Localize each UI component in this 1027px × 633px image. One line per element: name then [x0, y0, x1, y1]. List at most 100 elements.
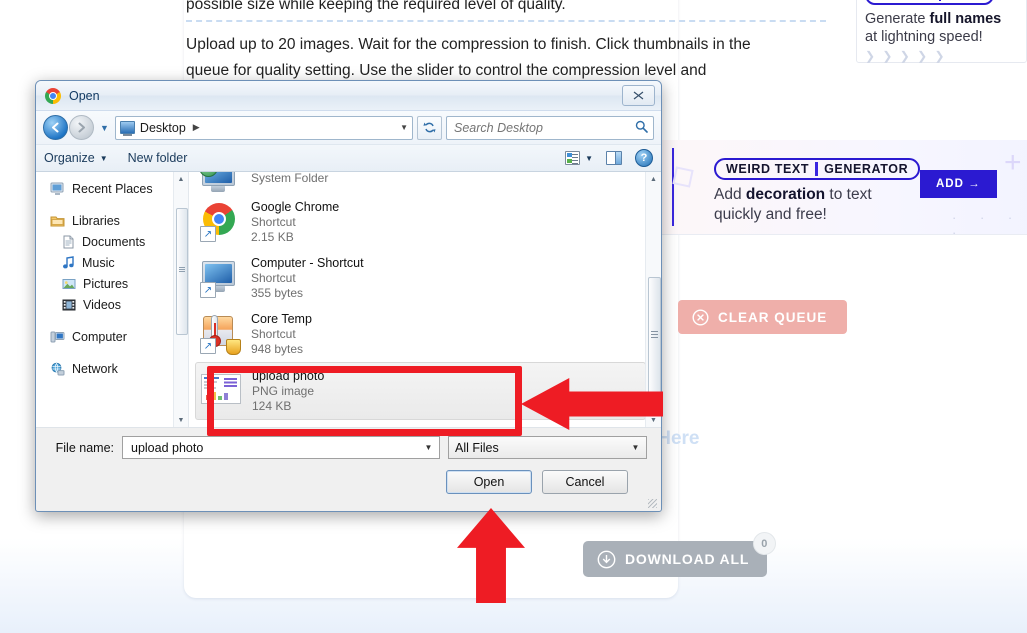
sidebar-item-network[interactable]: Network [36, 358, 188, 379]
file-list-pane[interactable]: System Folder ↗ Google Chrome Shortcut 2… [189, 172, 661, 427]
address-bar[interactable]: Desktop ▶ ▼ [114, 115, 413, 140]
ad-random-name-generator[interactable]: RANDOM NAME Generate full names at lightn… [856, 0, 1027, 63]
circle-arrow-down-icon [597, 550, 616, 568]
file-type-value: All Files [455, 440, 499, 455]
toolbar-right-group: ▼ ? [565, 149, 653, 167]
file-size: 948 bytes [251, 342, 304, 356]
file-name-combobox[interactable]: ▼ [122, 436, 440, 459]
tagline-part-a: Add [714, 186, 746, 203]
core-temp-shortcut-icon: ↗ [200, 314, 241, 355]
scroll-up-arrow-icon[interactable]: ▲ [174, 172, 188, 186]
shortcut-overlay-icon: ↗ [200, 338, 216, 354]
forward-button[interactable] [69, 115, 94, 140]
refresh-button[interactable] [417, 115, 442, 140]
breadcrumb-chevron-icon[interactable]: ▶ [193, 122, 200, 133]
search-box[interactable] [446, 115, 654, 140]
sidebar-item-music[interactable]: Music [36, 252, 188, 273]
clear-queue-button[interactable]: CLEAR QUEUE [678, 300, 848, 334]
back-button[interactable] [43, 115, 68, 140]
file-type: System Folder [251, 172, 329, 185]
ad-weird-badge-right: GENERATOR [824, 162, 909, 176]
carousel-dots[interactable]: · · · · [952, 210, 1027, 234]
sidebar-label: Documents [82, 234, 146, 249]
file-size: 2.15 KB [251, 230, 294, 244]
sidebar-item-videos[interactable]: Videos [36, 294, 188, 315]
open-button[interactable]: Open [446, 470, 532, 494]
new-folder-label: New folder [127, 151, 188, 165]
scrollbar-grip-icon [651, 331, 658, 338]
circle-x-icon [692, 308, 709, 326]
arrow-right-icon [78, 122, 85, 133]
tagline-part-a: Generate [865, 11, 930, 27]
sidebar-label: Music [82, 255, 115, 270]
ad-weird-badge-left: WEIRD TEXT [726, 162, 810, 176]
chevron-down-icon[interactable]: ▼ [421, 438, 436, 457]
sidebar-item-pictures[interactable]: Pictures [36, 273, 188, 294]
open-file-dialog: Open ▼ Desktop ▶ ▼ Search Desktop Organi… [35, 80, 662, 512]
file-name-input[interactable] [129, 439, 421, 456]
organize-menu-button[interactable]: Organize ▼ [44, 151, 108, 165]
preview-pane-icon[interactable] [606, 151, 622, 165]
sidebar-label: Computer [72, 329, 127, 344]
dialog-title-bar[interactable]: Open [36, 81, 661, 111]
history-dropdown-icon[interactable]: ▼ [98, 123, 111, 133]
list-item[interactable]: ↗ Core Temp Shortcut 948 bytes [189, 306, 661, 362]
scroll-down-arrow-icon[interactable]: ▼ [174, 413, 188, 427]
address-dropdown-icon[interactable]: ▼ [400, 123, 408, 132]
tagline-bold: decoration [745, 186, 826, 203]
dialog-title: Open [69, 88, 100, 103]
file-name-row: File name: ▼ All Files ▼ [50, 436, 647, 459]
scrollbar-thumb[interactable] [648, 277, 661, 397]
shortcut-overlay-icon: ↗ [200, 282, 216, 298]
file-type: Shortcut [251, 327, 296, 341]
help-icon[interactable]: ? [635, 149, 653, 167]
sidebar-item-documents[interactable]: Documents [36, 231, 188, 252]
file-list-scrollbar[interactable]: ▲ ▼ [645, 172, 661, 427]
list-item[interactable]: ↗ Computer - Shortcut Shortcut 355 bytes [189, 250, 661, 306]
file-size: 355 bytes [251, 286, 304, 300]
close-icon[interactable] [622, 85, 655, 106]
desktop-icon [119, 121, 135, 136]
list-item[interactable]: ↗ Google Chrome Shortcut 2.15 KB [189, 194, 661, 250]
new-folder-button[interactable]: New folder [128, 151, 188, 165]
sidebar-label: Videos [83, 297, 121, 312]
file-size: 124 KB [252, 399, 292, 413]
navigation-pane-scrollbar[interactable]: ▲ ▼ [173, 172, 188, 427]
sidebar-item-recent-places[interactable]: Recent Places [36, 178, 188, 199]
scrollbar-thumb[interactable] [176, 208, 188, 335]
chevron-down-icon: ▼ [585, 153, 593, 163]
ad-weird-text-generator[interactable]: + WEIRD TEXT GENERATOR Add decoration to … [662, 140, 1027, 235]
file-type: Shortcut [251, 215, 296, 229]
ad-weird-text-badge: WEIRD TEXT GENERATOR [714, 158, 921, 180]
tagline-line2: quickly and free! [714, 206, 827, 223]
close-glyph [633, 91, 644, 100]
ad-random-name-badge-left: RANDOM [875, 0, 934, 2]
breadcrumb-desktop[interactable]: Desktop [140, 121, 186, 135]
cancel-button[interactable]: Cancel [542, 470, 628, 494]
arrow-left-icon [52, 122, 59, 133]
view-options-icon [565, 151, 581, 165]
badge-divider [938, 0, 941, 1]
search-input[interactable] [452, 119, 635, 136]
intro-paragraph-line-1: possible size while keeping the required… [186, 0, 566, 13]
sidebar-item-libraries[interactable]: Libraries [36, 210, 188, 231]
sidebar-item-computer[interactable]: Computer [36, 326, 188, 347]
file-type-select[interactable]: All Files ▼ [448, 436, 647, 459]
resize-grip-icon[interactable] [648, 499, 657, 508]
download-all-button[interactable]: DOWNLOAD ALL 0 [583, 532, 777, 577]
view-options-button[interactable]: ▼ [565, 151, 593, 165]
download-count-badge: 0 [753, 532, 777, 555]
file-name: Google Chrome [251, 200, 340, 214]
ad-random-name-badge: RANDOM NAME [865, 0, 995, 5]
ad-add-button[interactable]: ADD → [920, 170, 997, 198]
file-labels: System Folder [251, 172, 328, 186]
sidebar-label: Network [72, 361, 118, 376]
ad-random-name-tagline: Generate full names at lightning speed! [865, 10, 1018, 46]
pictures-icon [62, 278, 76, 289]
scroll-up-arrow-icon[interactable]: ▲ [646, 172, 661, 186]
list-item[interactable]: System Folder [189, 172, 661, 194]
tagline-line2: at lightning speed! [865, 29, 983, 45]
